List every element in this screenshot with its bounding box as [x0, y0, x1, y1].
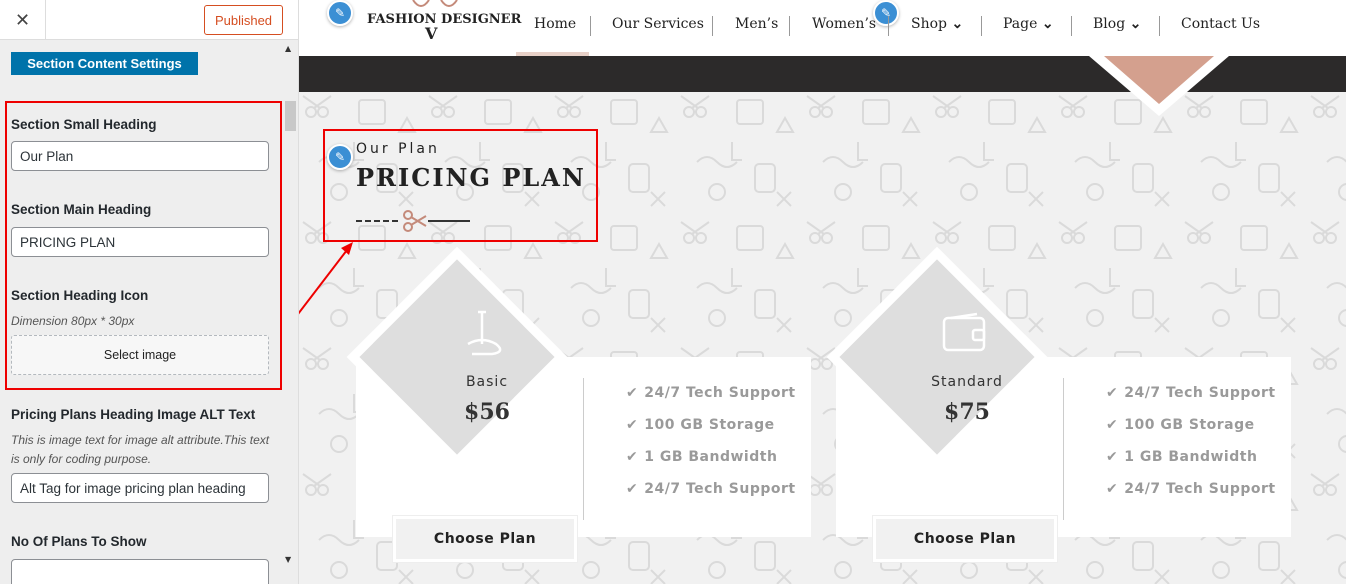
active-nav-indicator: [516, 52, 589, 56]
pricing-small-heading: Our Plan: [356, 141, 440, 157]
plan-feature: ✔ 24/7 Tech Support: [1106, 385, 1276, 401]
choose-plan-button[interactable]: Choose Plan: [873, 516, 1057, 562]
alt-text-label: Pricing Plans Heading Image ALT Text: [11, 407, 256, 422]
sewing-needle-icon: [467, 310, 502, 356]
scissors-divider-icon: [356, 210, 470, 232]
plan-feature: ✔ 24/7 Tech Support: [626, 385, 796, 401]
published-button[interactable]: Published: [204, 5, 283, 35]
nav-our-services[interactable]: Our Services: [612, 16, 704, 36]
scroll-up-arrow-icon[interactable]: ▲: [285, 44, 291, 53]
plan-name: Standard: [931, 374, 1003, 390]
choose-plan-button[interactable]: Choose Plan: [393, 516, 577, 562]
customizer-sidebar: ✕ Published Section Content Settings ▲ ▼…: [0, 0, 299, 584]
plan-feature: ✔ 100 GB Storage: [1106, 417, 1255, 433]
close-icon[interactable]: ✕: [0, 0, 46, 40]
nav-womens[interactable]: Women’s: [812, 16, 876, 36]
edit-pencil-icon[interactable]: ✎: [327, 0, 353, 26]
select-image-button[interactable]: Select image: [11, 335, 269, 375]
check-icon: ✔: [626, 449, 639, 465]
edit-pencil-icon[interactable]: ✎: [327, 144, 353, 170]
plan-price: $56: [464, 399, 510, 425]
nav-page[interactable]: Page ⌄: [1003, 16, 1054, 36]
check-icon: ✔: [626, 417, 639, 433]
nav-mens[interactable]: Men’s: [735, 16, 778, 36]
plan-name: Basic: [465, 374, 509, 390]
nav-contact-us[interactable]: Contact Us: [1181, 16, 1260, 36]
check-icon: ✔: [1106, 417, 1119, 433]
chevron-down-icon: ⌄: [951, 16, 964, 32]
plan-feature: ✔ 24/7 Tech Support: [626, 481, 796, 497]
annotation-arrow: [299, 242, 353, 315]
plans-count-label: No Of Plans To Show: [11, 534, 147, 549]
site-navbar: ✎ FASHION DESIGNER V Home Our Services M…: [299, 0, 1346, 56]
wallet-icon: [942, 312, 986, 352]
nav-blog[interactable]: Blog ⌄: [1093, 16, 1141, 36]
plan-price: $75: [944, 399, 990, 425]
logo-mark: V: [425, 24, 438, 43]
alt-text-input[interactable]: [11, 473, 269, 503]
check-icon: ✔: [1106, 449, 1119, 465]
section-content-settings-button[interactable]: Section Content Settings: [11, 52, 198, 75]
check-icon: ✔: [626, 385, 639, 401]
site-preview: ✎ FASHION DESIGNER V Home Our Services M…: [299, 0, 1346, 584]
scroll-down-arrow-icon[interactable]: ▼: [285, 555, 291, 564]
check-icon: ✔: [626, 481, 639, 497]
nav-home[interactable]: Home: [534, 16, 576, 36]
heading-icon-label: Section Heading Icon: [11, 288, 149, 303]
main-heading-input[interactable]: [11, 227, 269, 257]
check-icon: ✔: [1106, 481, 1119, 497]
main-heading-label: Section Main Heading: [11, 202, 152, 217]
small-heading-input[interactable]: [11, 141, 269, 171]
alt-text-description: This is image text for image alt attribu…: [11, 433, 270, 466]
small-heading-label: Section Small Heading: [11, 117, 157, 132]
customizer-header: ✕ Published: [0, 0, 298, 40]
chevron-down-icon: ⌄: [1041, 16, 1054, 32]
edit-pencil-icon[interactable]: ✎: [873, 0, 899, 26]
site-logo[interactable]: FASHION DESIGNER: [367, 12, 521, 27]
plan-feature: ✔ 100 GB Storage: [626, 417, 775, 433]
plan-feature: ✔ 1 GB Bandwidth: [626, 449, 778, 465]
hero-banner-strip: [299, 56, 1346, 116]
plans-count-select[interactable]: [11, 559, 269, 584]
plan-feature: ✔ 24/7 Tech Support: [1106, 481, 1276, 497]
chevron-down-icon: ⌄: [1129, 16, 1142, 32]
heading-icon-description: Dimension 80px * 30px: [11, 314, 135, 328]
nav-shop[interactable]: Shop ⌄: [911, 16, 963, 36]
pricing-main-heading: PRICING PLAN: [356, 163, 586, 192]
check-icon: ✔: [1106, 385, 1119, 401]
scrollbar-thumb[interactable]: [285, 101, 296, 131]
plan-feature: ✔ 1 GB Bandwidth: [1106, 449, 1258, 465]
